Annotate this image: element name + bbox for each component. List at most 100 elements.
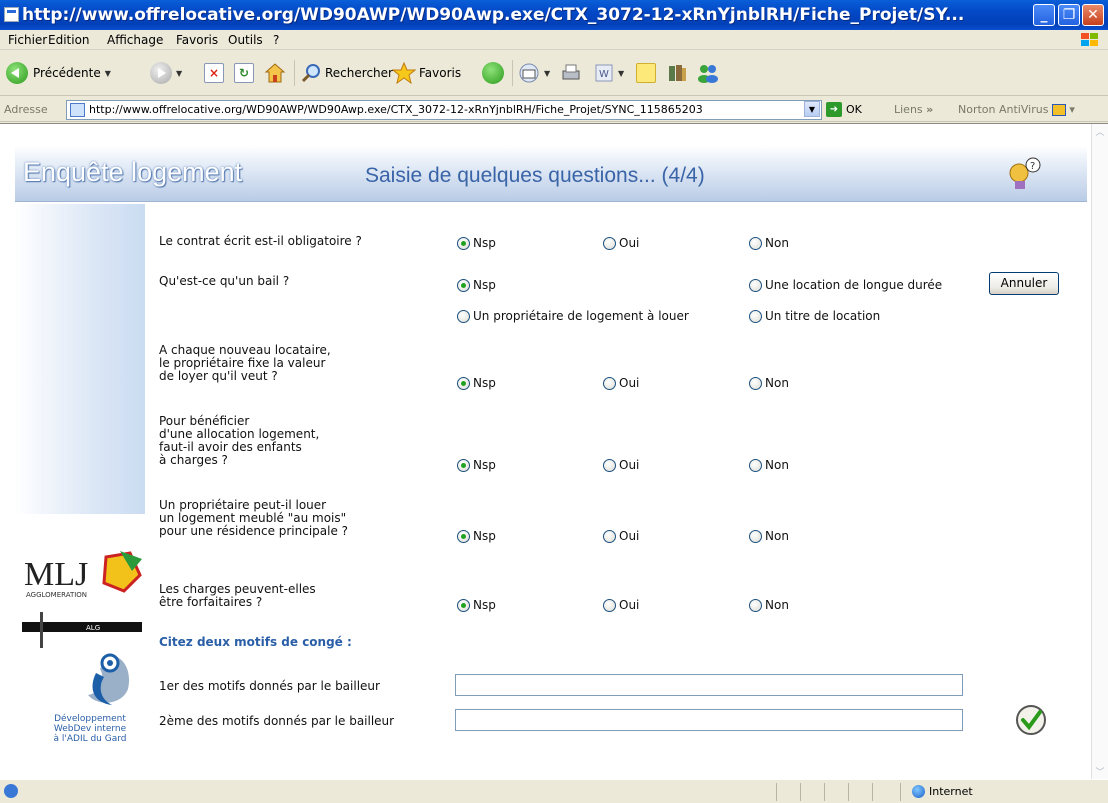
- favorites-label: Favoris: [419, 66, 462, 80]
- search-button[interactable]: Rechercher: [300, 60, 393, 86]
- history-button[interactable]: [482, 60, 504, 86]
- close-icon: ✕: [1087, 7, 1099, 23]
- status-divider: [872, 783, 873, 801]
- option-label: Non: [765, 376, 789, 390]
- forward-dropdown-icon[interactable]: ▼: [176, 69, 182, 78]
- maximize-button[interactable]: ❐: [1058, 4, 1080, 26]
- adil-bird-logo: [88, 653, 130, 705]
- back-dropdown-icon[interactable]: ▼: [105, 69, 111, 78]
- q4-option-oui[interactable]: Oui: [603, 458, 639, 472]
- menu-affichage[interactable]: Affichage: [107, 33, 163, 47]
- print-icon: [562, 64, 580, 80]
- q2-option-titre[interactable]: Un titre de location: [749, 309, 880, 323]
- help-assistant-icon[interactable]: ?: [1005, 155, 1045, 193]
- stop-button[interactable]: ×: [204, 60, 224, 86]
- q6-option-nsp[interactable]: Nsp: [457, 598, 496, 612]
- windows-logo-icon: [1081, 33, 1098, 46]
- q1-option-non[interactable]: Non: [749, 236, 789, 250]
- minimize-icon: _: [1040, 7, 1048, 23]
- option-label: Non: [765, 458, 789, 472]
- status-divider: [800, 783, 801, 801]
- menu-favoris[interactable]: Favoris: [176, 33, 218, 47]
- minimize-button[interactable]: _: [1033, 4, 1055, 26]
- option-label: Nsp: [473, 376, 496, 390]
- print-button[interactable]: [560, 60, 582, 86]
- option-label: Oui: [619, 236, 640, 250]
- maximize-icon: ❐: [1062, 7, 1076, 23]
- address-dropdown-icon[interactable]: ▼: [804, 101, 820, 117]
- edit-dropdown-icon[interactable]: ▼: [618, 69, 624, 78]
- q2-option-nsp[interactable]: Nsp: [457, 278, 496, 292]
- scroll-down-icon[interactable]: ﹀: [1092, 764, 1108, 780]
- go-button[interactable]: ➜ OK: [826, 102, 862, 117]
- radio-icon: [603, 529, 616, 543]
- validate-check-icon[interactable]: [1015, 704, 1047, 736]
- vertical-scrollbar[interactable]: ︿ ﹀: [1091, 124, 1108, 780]
- window-title: http://www.offrelocative.org/WD90AWP/WD9…: [22, 5, 965, 25]
- cancel-button[interactable]: Annuler: [989, 272, 1059, 295]
- radio-icon: [749, 309, 762, 323]
- q4-option-nsp[interactable]: Nsp: [457, 458, 496, 472]
- menu-fichier[interactable]: Fichier: [8, 33, 47, 47]
- option-label: Non: [765, 236, 789, 250]
- option-label: Nsp: [473, 236, 496, 250]
- forward-button[interactable]: ▼: [150, 60, 182, 86]
- mail-icon: [519, 63, 539, 83]
- menu-help[interactable]: ?: [273, 33, 279, 47]
- close-button[interactable]: ✕: [1082, 4, 1104, 26]
- section-heading: Citez deux motifs de congé :: [159, 635, 352, 649]
- q1-option-nsp[interactable]: Nsp: [457, 236, 496, 250]
- refresh-button[interactable]: ↻: [234, 60, 254, 86]
- q5-option-non[interactable]: Non: [749, 529, 789, 543]
- q5-option-nsp[interactable]: Nsp: [457, 529, 496, 543]
- radio-icon: [457, 376, 470, 390]
- radio-icon: [457, 458, 470, 472]
- address-input[interactable]: http://www.offrelocative.org/WD90AWP/WD9…: [66, 100, 822, 120]
- links-toolbar[interactable]: Liens »: [894, 103, 933, 116]
- scroll-up-icon[interactable]: ︿: [1092, 124, 1108, 140]
- q3-option-oui[interactable]: Oui: [603, 376, 639, 390]
- q6-option-non[interactable]: Non: [749, 598, 789, 612]
- motif1-input[interactable]: [455, 674, 963, 696]
- globe-icon: [912, 785, 925, 798]
- radio-icon: [457, 278, 470, 292]
- menu-edition[interactable]: Edition: [48, 33, 90, 47]
- window-title-bar[interactable]: http://www.offrelocative.org/WD90AWP/WD9…: [0, 0, 1108, 30]
- back-button[interactable]: Précédente ▼: [6, 60, 111, 86]
- ie-status-icon: [4, 784, 18, 798]
- q5-option-oui[interactable]: Oui: [603, 529, 639, 543]
- q1-option-oui[interactable]: Oui: [603, 236, 639, 250]
- q2-option-proprietaire[interactable]: Un propriétaire de logement à louer: [457, 309, 689, 323]
- norton-toolbar[interactable]: Norton AntiVirus ▾: [958, 103, 1075, 116]
- messenger-button[interactable]: [696, 60, 720, 86]
- mail-button[interactable]: ▼: [518, 60, 550, 86]
- alg-logo: ALG: [22, 612, 142, 648]
- option-label: Nsp: [473, 278, 496, 292]
- q3-option-non[interactable]: Non: [749, 376, 789, 390]
- option-label: Non: [765, 529, 789, 543]
- radio-icon: [603, 236, 616, 250]
- toolbar-separator: [294, 60, 295, 86]
- menu-outils[interactable]: Outils: [228, 33, 263, 47]
- q6-option-oui[interactable]: Oui: [603, 598, 639, 612]
- question-charges: Les charges peuvent-elles être forfaitai…: [159, 582, 316, 609]
- radio-icon: [749, 278, 762, 292]
- radio-icon: [457, 598, 470, 612]
- favorites-button[interactable]: Favoris: [392, 60, 461, 86]
- forward-arrow-icon: [150, 62, 172, 84]
- edit-button[interactable]: W ▼: [594, 60, 624, 86]
- question-allocation: Pour bénéficier d'une allocation logemen…: [159, 414, 320, 467]
- research-button[interactable]: [666, 60, 688, 86]
- q3-option-nsp[interactable]: Nsp: [457, 376, 496, 390]
- home-button[interactable]: [264, 60, 286, 86]
- mail-dropdown-icon[interactable]: ▼: [544, 69, 550, 78]
- history-icon: [482, 62, 504, 84]
- notes-button[interactable]: [636, 60, 656, 86]
- svg-text:MLJ: MLJ: [24, 556, 88, 593]
- q2-option-longue-duree[interactable]: Une location de longue durée: [749, 278, 942, 292]
- q4-option-non[interactable]: Non: [749, 458, 789, 472]
- svg-text:?: ?: [1030, 161, 1035, 172]
- back-label: Précédente: [33, 66, 101, 80]
- motif2-input[interactable]: [455, 709, 963, 731]
- norton-icon: [1051, 104, 1066, 116]
